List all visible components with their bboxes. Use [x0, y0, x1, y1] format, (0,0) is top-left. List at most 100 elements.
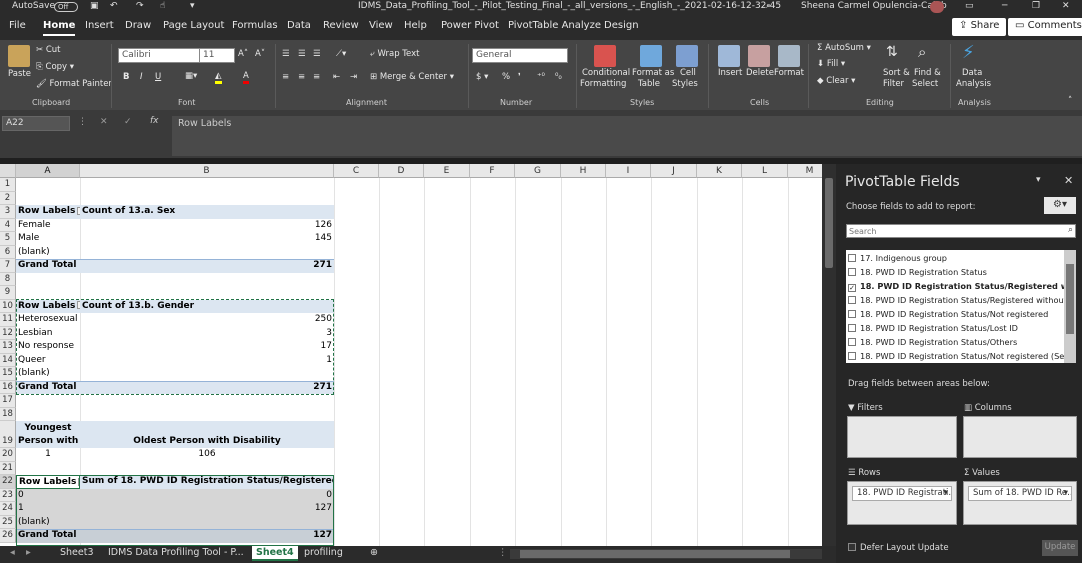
youngest-value[interactable]: 1 [16, 448, 80, 462]
prev-sheet-icon[interactable]: ◂ [6, 546, 19, 561]
minimize-icon[interactable]: ─ [1002, 1, 1007, 11]
cut-button[interactable]: ✂ Cut [36, 45, 60, 55]
increase-font-icon[interactable]: A˄ [238, 49, 248, 59]
row-header[interactable]: 16 [0, 380, 16, 394]
sheet-tab-sheet3[interactable]: Sheet3 [56, 546, 98, 561]
field-checkbox[interactable] [848, 296, 856, 304]
rows-field-chip[interactable]: 18. PWD ID Registrati... ▾ [852, 486, 952, 501]
row-header[interactable]: 3 [0, 205, 16, 219]
redo-icon[interactable]: ↷ [136, 1, 144, 11]
tab-pivottable-analyze[interactable]: PivotTable Analyze [508, 20, 601, 31]
tab-page-layout[interactable]: Page Layout [163, 20, 224, 31]
sheet-tab-sheet4[interactable]: Sheet4 [252, 546, 298, 561]
defer-layout-checkbox[interactable]: Defer Layout Update [848, 543, 949, 553]
row-header[interactable]: 5 [0, 232, 16, 246]
row-header[interactable]: 11 [0, 313, 16, 327]
cancel-icon[interactable]: ✕ [100, 117, 108, 127]
fill-button[interactable]: ⬇ Fill ▾ [817, 59, 845, 69]
row-header[interactable]: 10 [0, 299, 16, 313]
tab-data[interactable]: Data [287, 20, 311, 31]
insert-cells-icon[interactable] [718, 45, 740, 67]
row-header[interactable]: 17 [0, 394, 16, 408]
align-bottom-icon[interactable]: ☰ [313, 49, 321, 59]
field-checkbox[interactable] [848, 338, 856, 346]
data-analysis-icon[interactable]: ⚡ [962, 42, 975, 63]
find-select-button[interactable]: Find & [914, 68, 941, 78]
sheet-tab-profiling[interactable]: profiling [300, 546, 347, 561]
underline-button[interactable]: U [155, 72, 161, 82]
paste-icon[interactable] [8, 45, 30, 67]
enter-icon[interactable]: ✓ [124, 117, 132, 127]
pane-close-icon[interactable]: ✕ [1064, 174, 1073, 187]
pivot1-value[interactable]: 145 [80, 232, 334, 246]
field-item[interactable]: 18. PWD ID Registration Status/Lost ID [848, 322, 1018, 336]
field-item[interactable]: 18. PWD ID Registration Status/Not regis… [848, 350, 1070, 363]
field-item[interactable]: 18. PWD ID Registration Status/Not regis… [848, 308, 1048, 322]
pivot1-value-header[interactable]: Count of 13.a. Sex [80, 205, 334, 219]
values-drop-area[interactable]: Sum of 18. PWD ID Re... ▾ [963, 481, 1077, 525]
touch-mode-icon[interactable]: ☝ [160, 1, 165, 11]
borders-icon[interactable]: ▦▾ [185, 71, 197, 81]
field-item[interactable]: 18. PWD ID Registration Status [848, 266, 987, 280]
delete-cells-button[interactable]: Delete [746, 68, 774, 78]
youngest-header-line1[interactable]: Youngest [16, 422, 80, 436]
row-header[interactable]: 14 [0, 353, 16, 367]
row-header[interactable]: 2 [0, 191, 16, 205]
row-header[interactable]: 26 [0, 529, 16, 543]
tab-draw[interactable]: Draw [125, 20, 151, 31]
horizontal-scrollbar[interactable] [510, 549, 822, 559]
row-header[interactable]: 19 [0, 421, 16, 448]
comments-button[interactable]: ▭ Comments [1008, 18, 1082, 36]
rows-drop-area[interactable]: 18. PWD ID Registrati... ▾ [847, 481, 957, 525]
merge-center-button[interactable]: ⊞ Merge & Center ▾ [370, 72, 454, 82]
delete-cells-icon[interactable] [748, 45, 770, 67]
column-header[interactable]: E [424, 164, 470, 178]
pivot1-grand-total-label[interactable]: Grand Total [16, 259, 80, 273]
row-header[interactable]: 24 [0, 502, 16, 516]
row-header[interactable]: 13 [0, 340, 16, 354]
tab-review[interactable]: Review [323, 20, 359, 31]
tab-file[interactable]: File [9, 20, 26, 31]
close-icon[interactable]: ✕ [1062, 1, 1070, 11]
user-name[interactable]: Sheena Carmel Opulencia-Calub [801, 1, 947, 11]
field-list[interactable]: 17. Indigenous group 18. PWD ID Registra… [846, 250, 1070, 363]
font-size-select[interactable]: 11 [199, 48, 235, 63]
next-sheet-icon[interactable]: ▸ [22, 546, 35, 561]
row-header[interactable]: 25 [0, 515, 16, 529]
percent-icon[interactable]: % [502, 72, 510, 82]
row-header[interactable]: 21 [0, 461, 16, 475]
format-as-table-icon[interactable] [640, 45, 662, 67]
clear-button[interactable]: ◆ Clear ▾ [817, 76, 855, 86]
column-header[interactable]: M [788, 164, 822, 178]
decrease-font-icon[interactable]: A˅ [255, 49, 265, 59]
conditional-formatting-button[interactable]: Conditional [582, 68, 630, 78]
tab-split-handle[interactable]: ⋮ [494, 546, 512, 561]
sort-filter-icon[interactable]: ⇅ [886, 44, 898, 60]
oldest-value[interactable]: 106 [80, 448, 334, 462]
row-header[interactable]: 15 [0, 367, 16, 381]
name-box[interactable]: A22 [2, 116, 70, 131]
align-middle-icon[interactable]: ☰ [298, 49, 306, 59]
decrease-decimal-icon[interactable]: ⁰₀ [555, 72, 562, 82]
add-sheet-icon[interactable]: ⊕ [366, 546, 382, 561]
field-checkbox[interactable] [848, 324, 856, 332]
field-checkbox[interactable] [848, 352, 856, 360]
row-header[interactable]: 7 [0, 259, 16, 273]
orientation-icon[interactable]: ⟋▾ [336, 49, 346, 59]
field-item[interactable]: 17. Indigenous group [848, 252, 947, 266]
oldest-header[interactable]: Oldest Person with Disability [80, 435, 334, 449]
field-checkbox[interactable] [848, 310, 856, 318]
pivot1-value[interactable]: 126 [80, 219, 334, 233]
vertical-scrollbar[interactable] [822, 164, 836, 546]
row-header[interactable]: 22 [0, 475, 16, 489]
align-left-icon[interactable]: ≡ [282, 72, 289, 82]
number-format-select[interactable]: General [472, 48, 568, 63]
tab-view[interactable]: View [369, 20, 393, 31]
row-header[interactable]: 1 [0, 178, 16, 192]
pivot1-row-label[interactable]: Female [16, 219, 80, 233]
search-icon[interactable]: ⌕ [766, 1, 771, 11]
paste-button[interactable]: Paste [8, 69, 31, 79]
select-all-corner[interactable] [0, 164, 16, 178]
field-list-scrollbar[interactable] [1064, 250, 1076, 363]
align-center-icon[interactable]: ≡ [298, 72, 305, 82]
